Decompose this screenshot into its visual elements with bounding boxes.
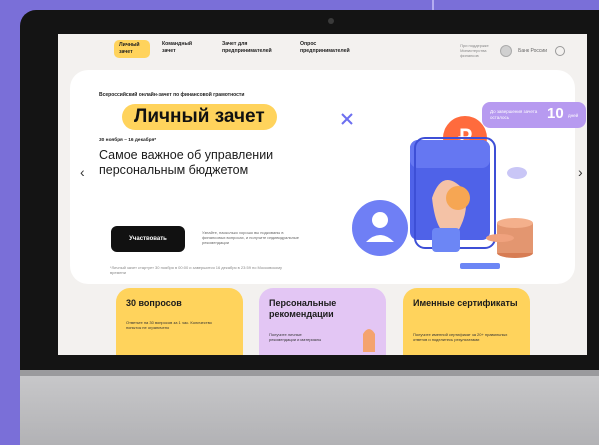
coin-stack-icon bbox=[486, 218, 533, 258]
card-recommendations-text: Получите личные рекомендации и материалы bbox=[269, 332, 322, 342]
card-certificates-text: Получите именной сертификат за 20+ прави… bbox=[413, 332, 508, 342]
hero-section: Всероссийский онлайн-зачет по финансовой… bbox=[70, 70, 586, 284]
countdown-value: 10 bbox=[547, 105, 564, 122]
card-recommendations-title: Персональные рекомендации bbox=[269, 298, 337, 319]
carousel-prev-icon[interactable]: ‹ bbox=[80, 164, 85, 180]
hero-dates: 30 ноября – 16 декабря* bbox=[99, 138, 157, 143]
participate-button[interactable]: Участвовать bbox=[111, 226, 185, 252]
tab-survey[interactable]: Опрос предпринимателей bbox=[300, 41, 360, 55]
carousel-next-icon[interactable]: › bbox=[578, 164, 583, 180]
card-certificates: Именные сертификаты Получите именной сер… bbox=[403, 288, 530, 355]
emblem-icon bbox=[500, 44, 513, 57]
monitor-chin-edge bbox=[20, 370, 599, 376]
bank-logo-label: Банк России bbox=[518, 47, 547, 54]
countdown-unit: дней bbox=[568, 113, 579, 118]
hero-tagline: Самое важное об управлении персональным … bbox=[99, 148, 274, 177]
hand-icon bbox=[363, 329, 375, 352]
hero-footnote: *Личный зачет стартует 30 ноября в 00:00… bbox=[110, 265, 283, 275]
partner-logo-icon bbox=[553, 45, 567, 57]
camera-icon bbox=[328, 18, 334, 24]
partner-logos: При поддержке Министерства финансов Банк… bbox=[460, 43, 567, 58]
card-questions-text: Ответьте на 30 вопросов за 1 час. Количе… bbox=[126, 320, 212, 330]
card-recommendations: Персональные рекомендации Получите личны… bbox=[259, 288, 386, 355]
card-questions: 30 вопросов Ответьте на 30 вопросов за 1… bbox=[116, 288, 243, 355]
site-header: Личный зачет Командный зачет Зачет для п… bbox=[58, 34, 587, 68]
tab-personal[interactable]: Личный зачет bbox=[114, 40, 150, 58]
countdown-badge: До завершения зачета осталось 10 дней bbox=[482, 102, 586, 128]
tab-team[interactable]: Командный зачет bbox=[162, 41, 202, 55]
monitor-chin bbox=[20, 370, 599, 445]
hero-title: Личный зачет bbox=[122, 104, 277, 130]
card-questions-title: 30 вопросов bbox=[126, 298, 182, 308]
browser-screen: Личный зачет Командный зачет Зачет для п… bbox=[58, 34, 587, 355]
card-certificates-title: Именные сертификаты bbox=[413, 298, 518, 308]
partner-ministry-text: При поддержке Министерства финансов bbox=[460, 43, 489, 58]
tab-entrepreneurs[interactable]: Зачет для предпринимателей bbox=[222, 41, 278, 55]
hero-subtitle: Всероссийский онлайн-зачет по финансовой… bbox=[99, 92, 245, 98]
hero-consent-text: Узнайте, насколько хорошо вы подкованы в… bbox=[202, 230, 299, 245]
countdown-label: До завершения зачета осталось bbox=[490, 109, 538, 120]
